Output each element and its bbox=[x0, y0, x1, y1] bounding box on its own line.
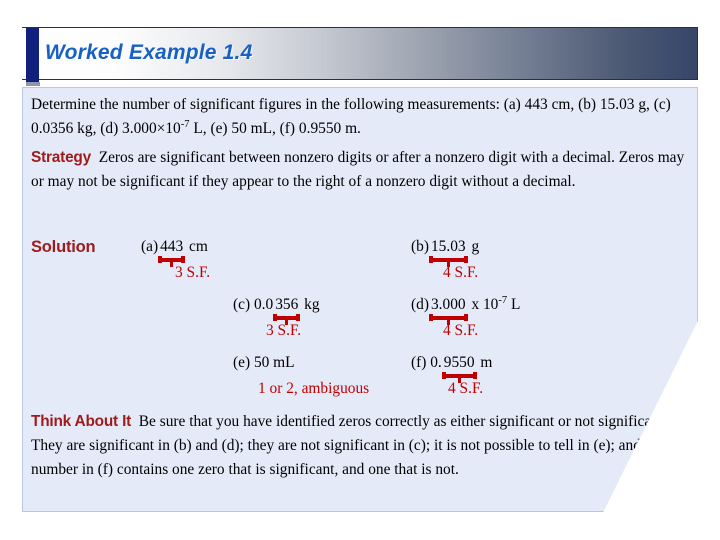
underbrace-bar bbox=[158, 258, 186, 262]
solution-label: Solution bbox=[31, 238, 96, 256]
solution-item-e: (e) 50 mL bbox=[233, 354, 295, 372]
solution-count-d: 4 S.F. bbox=[443, 322, 479, 339]
underbrace-bar bbox=[428, 316, 468, 320]
significant-digits-d: 3.000 bbox=[428, 296, 468, 325]
solution-count-a: 3 S.F. bbox=[175, 264, 211, 281]
problem-text-part2: L, (e) 50 mL, (f) 0.9550 m. bbox=[189, 120, 361, 137]
solution-item-a: (a) 443 cm bbox=[141, 238, 208, 267]
underbrace-left-cap bbox=[441, 372, 446, 379]
solution-count-f: 4 S.F. bbox=[448, 380, 484, 397]
solution-expression-d: (d) 3.000 x 10-7 L bbox=[411, 294, 521, 325]
solution-expression-e: (e) 50 mL bbox=[233, 354, 295, 372]
solution-exponent-d: -7 bbox=[498, 294, 508, 306]
solution-marker-e: (e) bbox=[233, 354, 251, 371]
underbrace-bar bbox=[273, 316, 301, 320]
underbrace-right-cap bbox=[463, 314, 468, 321]
solution-expression-f: (f) 0. 9550 m bbox=[411, 354, 493, 383]
problem-statement: Determine the number of significant figu… bbox=[31, 93, 691, 141]
solution-expression-c: (c) 0.0 356 kg bbox=[233, 296, 320, 325]
strategy-text: Zeros are significant between nonzero di… bbox=[31, 149, 685, 190]
solution-suffix-c: kg bbox=[300, 296, 320, 313]
underbrace-bar bbox=[428, 258, 468, 262]
solution-marker-b: (b) bbox=[411, 238, 429, 255]
underbrace-left-cap bbox=[428, 314, 433, 321]
underbrace-left-cap bbox=[428, 256, 433, 263]
underbrace-right-cap bbox=[463, 256, 468, 263]
content-panel-inner: Determine the number of significant figu… bbox=[23, 88, 698, 512]
solution-prefix-e: 50 mL bbox=[250, 354, 295, 371]
strategy-label: Strategy bbox=[31, 149, 91, 166]
solution-suffix-f: m bbox=[476, 354, 493, 371]
significant-digits-c: 356 bbox=[273, 296, 301, 325]
think-about-it-block: Think About It Be sure that you have ide… bbox=[31, 410, 671, 482]
underbrace-left-cap bbox=[158, 256, 163, 263]
solution-item-c: (c) 0.0 356 kg bbox=[233, 296, 320, 325]
content-panel: Determine the number of significant figu… bbox=[22, 87, 698, 512]
significant-digits-b: 15.03 bbox=[428, 238, 468, 267]
significant-digits-a: 443 bbox=[158, 238, 186, 267]
solution-suffix-a: cm bbox=[185, 238, 208, 255]
solution-tail-d: L bbox=[507, 296, 521, 313]
think-spacer bbox=[131, 413, 139, 430]
underbrace-right-cap bbox=[472, 372, 477, 379]
solution-item-d: (d) 3.000 x 10-7 L bbox=[411, 294, 521, 325]
underbrace-right-cap bbox=[181, 256, 186, 263]
page-title: Worked Example 1.4 bbox=[45, 41, 253, 64]
solution-marker-c: (c) bbox=[233, 296, 251, 313]
slide-canvas: Worked Example 1.4 Determine the number … bbox=[0, 0, 720, 540]
solution-suffix-d: x 10 bbox=[467, 296, 499, 313]
solution-item-b: (b) 15.03 g bbox=[411, 238, 480, 267]
title-accent-shadow bbox=[26, 82, 40, 86]
solution-marker-a: (a) bbox=[141, 238, 159, 255]
solution-expression-a: (a) 443 cm bbox=[141, 238, 208, 267]
underbrace-right-cap bbox=[296, 314, 301, 321]
solution-marker-f: (f) bbox=[411, 354, 427, 371]
solution-prefix-f: 0. bbox=[426, 354, 442, 371]
underbrace-tick bbox=[170, 261, 174, 267]
think-about-it-label: Think About It bbox=[31, 413, 132, 430]
title-accent-bar bbox=[26, 28, 39, 82]
solution-marker-d: (d) bbox=[411, 296, 429, 313]
solution-count-b: 4 S.F. bbox=[443, 264, 479, 281]
solution-count-e: 1 or 2, ambiguous bbox=[258, 380, 370, 397]
solution-suffix-b: g bbox=[467, 238, 480, 255]
solution-expression-b: (b) 15.03 g bbox=[411, 238, 480, 267]
strategy-block: Strategy Zeros are significant between n… bbox=[31, 146, 693, 194]
strategy-spacer bbox=[91, 149, 99, 166]
underbrace-bar bbox=[441, 374, 477, 378]
solution-prefix-c: 0.0 bbox=[250, 296, 274, 313]
solution-item-f: (f) 0. 9550 m bbox=[411, 354, 493, 383]
significant-digits-f: 9550 bbox=[441, 354, 477, 383]
underbrace-left-cap bbox=[273, 314, 278, 321]
solution-count-c: 3 S.F. bbox=[266, 322, 302, 339]
problem-exponent: -7 bbox=[180, 118, 190, 130]
